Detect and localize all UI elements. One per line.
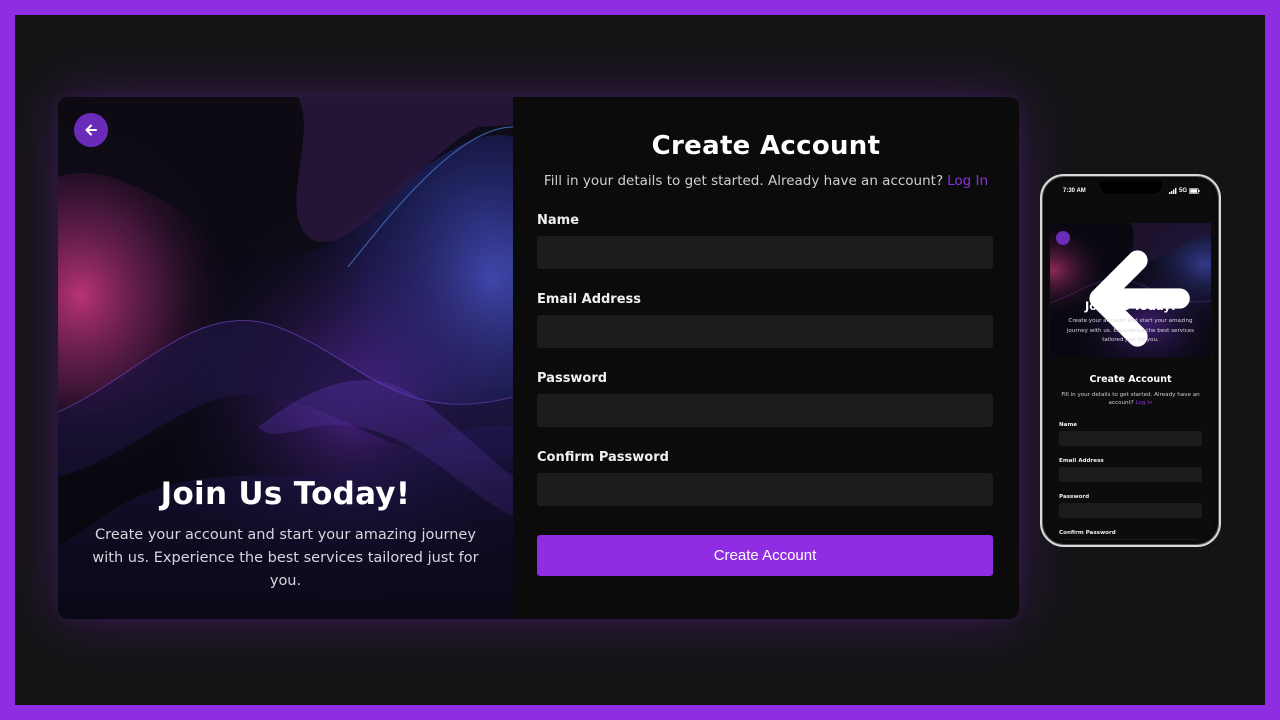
status-time: 7:30 AM [1063,188,1086,194]
form-fields: Name Email Address Password Confirm Pass… [537,213,995,506]
phone-name-input[interactable] [1059,431,1202,446]
phone-name-field: Name [1059,422,1202,446]
signal-icon [1168,188,1177,194]
email-label: Email Address [537,292,642,307]
battery-icon [1189,188,1200,194]
phone-email-field: Email Address [1059,458,1202,482]
stage: Join Us Today! Create your account and s… [15,15,1265,705]
phone-back-button[interactable] [1056,231,1190,347]
phone-status-bar: 7:30 AM 5G [1047,181,1214,201]
name-field-group: Name [537,213,995,269]
phone-form-fields: Name Email Address Password Confirm Pass… [1059,422,1202,540]
confirm-password-label: Confirm Password [537,450,669,465]
password-input[interactable] [537,394,993,427]
hero-description: Create your account and start your amazi… [92,527,479,589]
hero-text: Join Us Today! Create your account and s… [58,476,513,593]
name-label: Name [537,213,580,228]
phone-password-label: Password [1059,494,1090,500]
phone-email-label: Email Address [1059,458,1104,464]
phone-hero-title: Join Us Today! [1084,299,1177,313]
login-link[interactable]: Log In [947,173,988,189]
phone-notch [1099,181,1162,194]
phone-screen: 7:30 AM 5G Join Us Today! Create your ac… [1047,181,1214,540]
phone-email-input[interactable] [1059,467,1202,482]
arrow-left-icon [85,124,97,136]
form-title: Create Account [651,131,881,161]
phone-form-title: Create Account [1089,374,1172,385]
signup-form-panel: Create Account Fill in your details to g… [513,97,1019,619]
phone-signup-form: Create Account Fill in your details to g… [1047,358,1214,540]
create-account-button[interactable]: Create Account [537,535,993,576]
password-label: Password [537,371,608,386]
phone-mockup: 7:30 AM 5G Join Us Today! Create your ac… [1040,174,1221,547]
phone-confirm-password-field: Confirm Password [1059,530,1202,540]
status-indicators: 5G [1168,188,1200,194]
phone-password-field: Password [1059,494,1202,518]
form-subtitle-text: Fill in your details to get started. Alr… [543,173,944,189]
phone-password-input[interactable] [1059,503,1202,518]
phone-confirm-password-input[interactable] [1059,539,1202,540]
phone-form-subtitle: Fill in your details to get started. Alr… [1059,391,1202,407]
email-input[interactable] [537,315,993,348]
name-input[interactable] [537,236,993,269]
phone-hero-description: Create your account and start your amazi… [1066,318,1195,343]
hero-title: Join Us Today! [160,476,411,512]
phone-hero-text: Join Us Today! Create your account and s… [1050,299,1211,346]
form-subtitle: Fill in your details to get started. Alr… [537,173,995,189]
confirm-password-input[interactable] [537,473,993,506]
email-field-group: Email Address [537,292,995,348]
back-button[interactable] [74,113,108,147]
confirm-password-field-group: Confirm Password [537,450,995,506]
network-label: 5G [1178,188,1187,194]
phone-confirm-password-label: Confirm Password [1059,530,1116,536]
hero-panel: Join Us Today! Create your account and s… [58,97,513,619]
phone-name-label: Name [1059,422,1078,428]
phone-login-link[interactable]: Log In [1136,400,1153,406]
signup-card: Join Us Today! Create your account and s… [58,97,1019,619]
phone-form-subtitle-text: Fill in your details to get started. Alr… [1061,392,1200,406]
password-field-group: Password [537,371,995,427]
phone-hero-panel: Join Us Today! Create your account and s… [1050,223,1211,358]
